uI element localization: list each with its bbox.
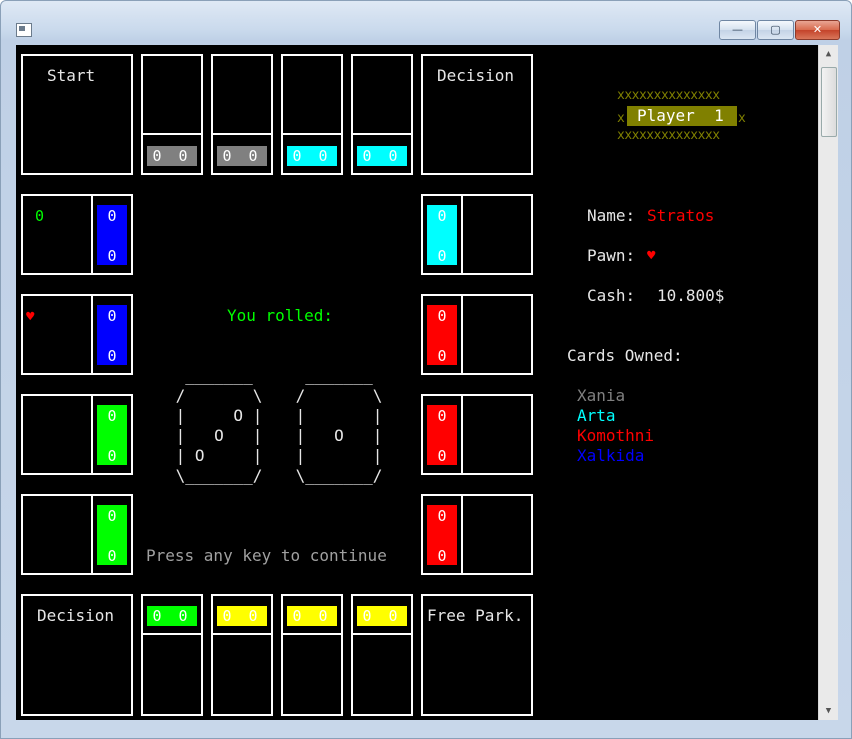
console-area[interactable]: Start 0 0 0 0 0 0 0 0 Decision 0 0 0 0 0… <box>16 45 818 720</box>
die-1: _______ / \ | O | | O | | O | \_______/ <box>166 366 263 486</box>
left-cell-1-values: 0 0 <box>97 205 127 265</box>
card-item: Arta <box>577 406 616 425</box>
cell-divider <box>351 633 413 635</box>
title-bar[interactable]: — ▢ ✕ <box>1 1 852 43</box>
die-2-line: _______ <box>286 366 373 385</box>
you-rolled-label: You rolled: <box>227 306 333 325</box>
left-cell-4-value-b: 0 <box>107 547 117 565</box>
die-1-line: _______ <box>166 366 253 385</box>
left-cell-1-value-b: 0 <box>107 247 117 265</box>
maximize-button[interactable]: ▢ <box>757 20 794 40</box>
right-cell-1-value-b: 0 <box>437 247 447 265</box>
card-item: Xania <box>577 386 626 405</box>
right-cell-2-value-b: 0 <box>437 347 447 365</box>
card-item: Xalkida <box>577 446 645 465</box>
left-cell-2-value-a: 0 <box>107 307 117 325</box>
die-1-line: / \ <box>166 386 263 405</box>
die-1-line: | O | <box>166 426 263 445</box>
die-2: _______ / \ | | | O | | | \_______/ <box>286 366 383 486</box>
right-cell-2-values: 0 0 <box>427 305 457 365</box>
die-2-line: / \ <box>286 386 383 405</box>
cell-divider <box>91 194 93 275</box>
cell-divider <box>281 133 343 135</box>
player-banner: Player 1 <box>627 106 737 126</box>
bottom-cell-3-value: 0 0 <box>287 606 337 626</box>
player-name: Stratos <box>647 206 715 225</box>
die-2-line: \_______/ <box>286 466 383 485</box>
cash-value: 10.800$ <box>657 286 725 305</box>
decision-top-label: Decision <box>437 66 515 85</box>
console-app-icon <box>16 23 32 37</box>
banner-stars-top: xxxxxxxxxxxxxx <box>617 88 720 103</box>
right-cell-4-values: 0 0 <box>427 505 457 565</box>
top-cell-1-value: 0 0 <box>147 146 197 166</box>
bottom-cell-2-value: 0 0 <box>217 606 267 626</box>
cell-divider <box>141 633 203 635</box>
cell-divider <box>351 133 413 135</box>
left-cell-2-values: 0 0 <box>97 305 127 365</box>
pawn-heart-icon: ♥ <box>647 248 656 264</box>
banner-side-left: x <box>617 111 625 126</box>
name-label: Name: <box>587 206 636 225</box>
green-player-token: 0 <box>35 207 45 225</box>
banner-stars-bottom: xxxxxxxxxxxxxx <box>617 128 720 143</box>
left-cell-4-values: 0 0 <box>97 505 127 565</box>
left-cell-3-value-b: 0 <box>107 447 117 465</box>
right-cell-3-value-b: 0 <box>437 447 447 465</box>
right-cell-2-value-a: 0 <box>437 307 447 325</box>
cell-divider <box>211 133 273 135</box>
die-2-line: | O | <box>286 426 383 445</box>
cell-divider <box>461 494 463 575</box>
decision-bottom-label: Decision <box>37 606 115 625</box>
pawn-label: Pawn: <box>587 246 636 265</box>
die-1-line: \_______/ <box>166 466 263 485</box>
bottom-cell-1-value: 0 0 <box>147 606 197 626</box>
cell-divider <box>281 633 343 635</box>
scroll-up-arrow-icon[interactable]: ▲ <box>819 45 838 63</box>
close-button[interactable]: ✕ <box>795 20 840 40</box>
top-cell-2-value: 0 0 <box>217 146 267 166</box>
right-cell-1-values: 0 0 <box>427 205 457 265</box>
banner-side-right: x <box>738 111 746 126</box>
bottom-cell-4-value: 0 0 <box>357 606 407 626</box>
left-cell-4-value-a: 0 <box>107 507 117 525</box>
start-label: Start <box>47 66 96 85</box>
left-cell-3-values: 0 0 <box>97 405 127 465</box>
left-cell-1-value-a: 0 <box>107 207 117 225</box>
die-1-line: | O | <box>166 446 263 465</box>
cards-owned-label: Cards Owned: <box>567 346 683 365</box>
left-cell-3-value-a: 0 <box>107 407 117 425</box>
left-cell-2-value-b: 0 <box>107 347 117 365</box>
scroll-thumb[interactable] <box>821 67 837 137</box>
die-2-line: | | <box>286 406 383 425</box>
die-2-line: | | <box>286 446 383 465</box>
console-window: — ▢ ✕ Start 0 0 0 0 0 0 0 0 Decision 0 0… <box>0 0 852 739</box>
cell-divider <box>91 394 93 475</box>
cash-label: Cash: <box>587 286 636 305</box>
cell-divider <box>461 394 463 475</box>
right-cell-1-value-a: 0 <box>437 207 447 225</box>
right-cell-4-value-a: 0 <box>437 507 447 525</box>
continue-prompt: Press any key to continue <box>146 546 387 565</box>
die-1-line: | O | <box>166 406 263 425</box>
top-cell-3-value: 0 0 <box>287 146 337 166</box>
cell-divider <box>91 494 93 575</box>
vertical-scrollbar[interactable]: ▲ ▼ <box>818 45 838 720</box>
cell-divider <box>91 294 93 375</box>
heart-player-token: ♥ <box>26 309 35 325</box>
cell-divider <box>461 194 463 275</box>
free-park-label: Free Park. <box>427 606 524 625</box>
cell-divider <box>141 133 203 135</box>
right-cell-3-values: 0 0 <box>427 405 457 465</box>
right-cell-3-value-a: 0 <box>437 407 447 425</box>
scroll-down-arrow-icon[interactable]: ▼ <box>819 702 838 720</box>
right-cell-4-value-b: 0 <box>437 547 447 565</box>
cell-divider <box>211 633 273 635</box>
top-cell-4-value: 0 0 <box>357 146 407 166</box>
cell-divider <box>461 294 463 375</box>
card-item: Komothni <box>577 426 655 445</box>
minimize-button[interactable]: — <box>719 20 756 40</box>
